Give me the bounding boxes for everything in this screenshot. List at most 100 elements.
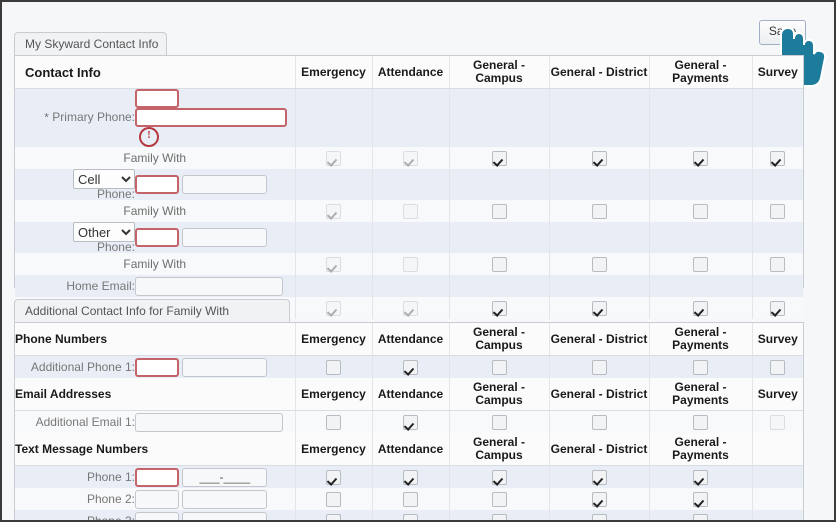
checkbox[interactable] xyxy=(693,491,708,507)
checkbox-cell-general-district[interactable] xyxy=(549,410,650,433)
checkbox[interactable] xyxy=(326,300,341,316)
checkbox-cell-general-payments[interactable] xyxy=(649,147,753,169)
checkbox[interactable] xyxy=(591,256,607,272)
checkbox[interactable] xyxy=(403,300,418,316)
checkbox-cell-emergency[interactable] xyxy=(295,200,373,222)
checkbox-cell-survey[interactable] xyxy=(752,253,803,275)
checkbox[interactable] xyxy=(591,513,607,520)
other-phone-number-input[interactable] xyxy=(182,228,268,247)
checkbox[interactable] xyxy=(491,469,507,485)
home-email-input[interactable] xyxy=(135,276,283,296)
checkbox-cell-attendance[interactable] xyxy=(372,253,450,275)
checkbox[interactable] xyxy=(403,150,418,166)
checkbox[interactable] xyxy=(591,414,607,430)
checkbox[interactable] xyxy=(591,359,607,375)
checkbox-cell-general-campus[interactable] xyxy=(449,510,550,520)
checkbox-cell-attendance[interactable] xyxy=(372,510,450,520)
checkbox-cell-emergency[interactable] xyxy=(295,510,373,520)
checkbox-cell-attendance[interactable] xyxy=(372,410,450,433)
cell-phone-type-select[interactable]: Cell xyxy=(73,169,135,189)
checkbox[interactable] xyxy=(693,513,708,520)
checkbox[interactable] xyxy=(770,256,786,272)
checkbox-cell-general-payments[interactable] xyxy=(649,297,753,319)
checkbox-cell-survey[interactable] xyxy=(752,147,803,169)
checkbox[interactable] xyxy=(326,256,341,272)
checkbox[interactable] xyxy=(693,300,708,316)
checkbox-cell-general-campus[interactable] xyxy=(449,297,550,319)
checkbox[interactable] xyxy=(770,203,786,219)
other-phone-area-input[interactable] xyxy=(135,228,179,247)
checkbox[interactable] xyxy=(693,203,708,219)
text-phone-2-number-input[interactable] xyxy=(182,489,268,509)
checkbox-cell-attendance[interactable] xyxy=(372,488,450,510)
text-phone-1-number-input[interactable] xyxy=(182,467,268,487)
additional-phone-1-area-input[interactable] xyxy=(135,357,179,377)
checkbox[interactable] xyxy=(491,491,507,507)
text-phone-3-number-input[interactable] xyxy=(182,511,268,520)
checkbox[interactable] xyxy=(770,150,786,166)
checkbox[interactable] xyxy=(326,359,341,375)
checkbox-cell-survey[interactable] xyxy=(752,410,803,433)
checkbox-cell-general-campus[interactable] xyxy=(449,355,550,378)
checkbox[interactable] xyxy=(326,469,341,485)
checkbox-cell-emergency[interactable] xyxy=(295,465,373,488)
checkbox-cell-emergency[interactable] xyxy=(295,297,373,319)
checkbox[interactable] xyxy=(491,414,507,430)
checkbox[interactable] xyxy=(693,469,708,485)
checkbox-cell-general-district[interactable] xyxy=(549,200,650,222)
checkbox-cell-general-payments[interactable] xyxy=(649,355,753,378)
checkbox[interactable] xyxy=(491,359,507,375)
checkbox-cell-attendance[interactable] xyxy=(372,465,450,488)
checkbox-cell-attendance[interactable] xyxy=(372,200,450,222)
checkbox[interactable] xyxy=(491,203,507,219)
checkbox-cell-emergency[interactable] xyxy=(295,355,373,378)
text-phone-3-area-input[interactable] xyxy=(135,511,179,520)
checkbox-cell-general-district[interactable] xyxy=(549,355,650,378)
checkbox-cell-attendance[interactable] xyxy=(372,147,450,169)
checkbox[interactable] xyxy=(491,513,507,520)
checkbox[interactable] xyxy=(326,414,341,430)
checkbox[interactable] xyxy=(403,469,418,485)
checkbox[interactable] xyxy=(403,414,418,430)
text-phone-2-area-input[interactable] xyxy=(135,489,179,509)
checkbox[interactable] xyxy=(693,150,708,166)
additional-phone-1-number-input[interactable] xyxy=(182,357,268,377)
checkbox-cell-emergency[interactable] xyxy=(295,410,373,433)
checkbox[interactable] xyxy=(491,256,507,272)
checkbox[interactable] xyxy=(693,359,708,375)
checkbox[interactable] xyxy=(591,469,607,485)
checkbox-cell-survey[interactable] xyxy=(752,297,803,319)
checkbox-cell-general-district[interactable] xyxy=(549,297,650,319)
checkbox-cell-survey[interactable] xyxy=(752,355,803,378)
checkbox-cell-attendance[interactable] xyxy=(372,297,450,319)
checkbox-cell-survey[interactable] xyxy=(752,200,803,222)
checkbox[interactable] xyxy=(770,300,786,316)
checkbox[interactable] xyxy=(693,414,708,430)
checkbox-cell-general-campus[interactable] xyxy=(449,410,550,433)
checkbox[interactable] xyxy=(403,203,418,219)
checkbox-cell-general-campus[interactable] xyxy=(449,200,550,222)
checkbox[interactable] xyxy=(403,491,418,507)
additional-email-1-input[interactable] xyxy=(135,412,283,432)
cell-phone-area-input[interactable] xyxy=(135,175,179,194)
tab-additional-contact-info[interactable]: Additional Contact Info for Family With xyxy=(14,299,290,322)
checkbox[interactable] xyxy=(326,513,341,520)
checkbox[interactable] xyxy=(770,359,786,375)
other-phone-type-select[interactable]: Other xyxy=(73,222,135,242)
checkbox[interactable] xyxy=(326,203,341,219)
checkbox-cell-general-campus[interactable] xyxy=(449,253,550,275)
checkbox-cell-general-payments[interactable] xyxy=(649,253,753,275)
checkbox-cell-general-campus[interactable] xyxy=(449,465,550,488)
checkbox[interactable] xyxy=(591,150,607,166)
checkbox-cell-general-district[interactable] xyxy=(549,488,650,510)
checkbox-cell-general-payments[interactable] xyxy=(649,410,753,433)
checkbox-cell-general-payments[interactable] xyxy=(649,465,753,488)
primary-phone-number-input[interactable] xyxy=(135,108,287,127)
checkbox-cell-general-district[interactable] xyxy=(549,253,650,275)
checkbox-cell-attendance[interactable] xyxy=(372,355,450,378)
checkbox[interactable] xyxy=(403,513,418,520)
primary-phone-area-input[interactable] xyxy=(135,89,179,108)
checkbox-cell-general-campus[interactable] xyxy=(449,147,550,169)
checkbox-cell-general-payments[interactable] xyxy=(649,488,753,510)
cell-phone-number-input[interactable] xyxy=(182,175,268,194)
